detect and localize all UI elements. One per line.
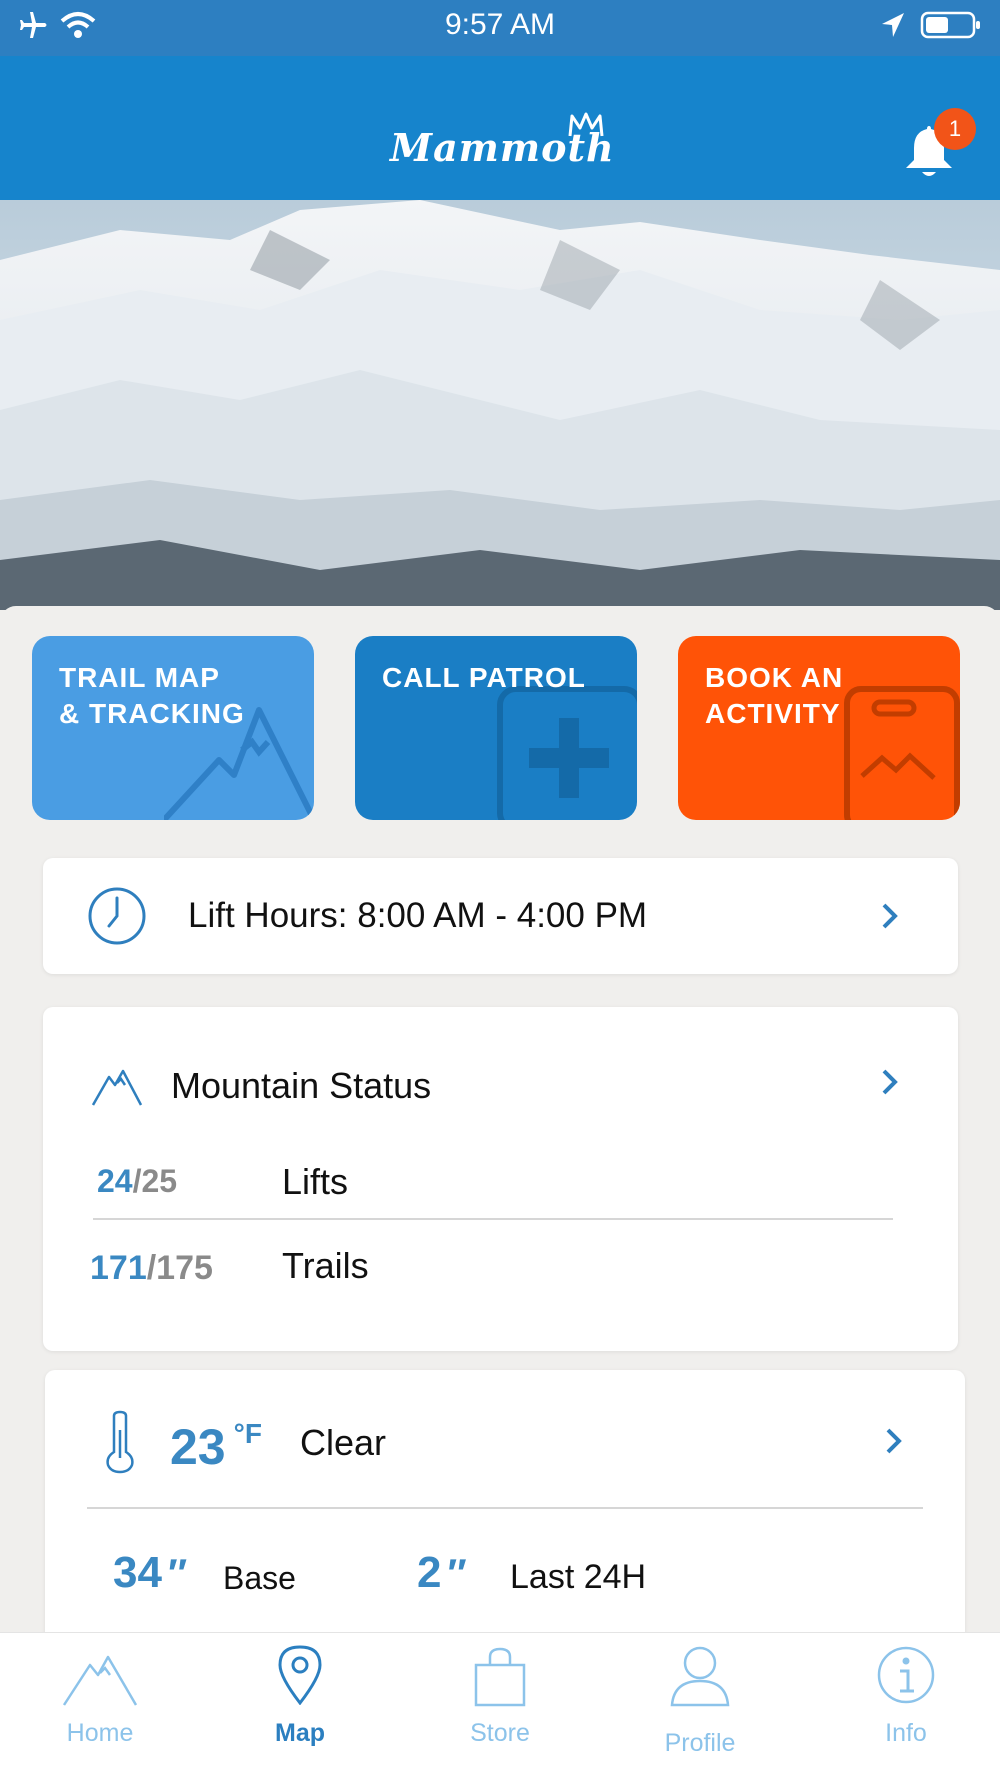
tab-home-label: Home [66, 1719, 134, 1747]
lifts-total: /25 [132, 1163, 178, 1199]
tab-map[interactable]: Map [200, 1633, 400, 1778]
book-activity-button[interactable]: BOOK AN ACTIVITY [678, 636, 960, 820]
thermometer-icon [106, 1410, 134, 1474]
trails-total: /175 [146, 1249, 213, 1287]
notification-badge: 1 [934, 108, 976, 150]
mountain-icon [91, 1069, 143, 1106]
weather-condition: Clear [300, 1422, 387, 1463]
trails-open: 171 [90, 1249, 147, 1287]
mountain-status-title: Mountain Status [171, 1065, 432, 1106]
lift-hours-text: Lift Hours: 8:00 AM - 4:00 PM [188, 896, 648, 935]
trails-label: Trails [282, 1245, 369, 1286]
mountain-icon [62, 1655, 138, 1706]
weather-card[interactable]: 23 °F Clear 34 ″ Base 2 ″ Last 24H [45, 1370, 965, 1670]
info-icon [877, 1646, 935, 1704]
lifts-label: Lifts [282, 1161, 349, 1202]
call-patrol-label: CALL PATROL [382, 662, 586, 693]
base-depth: 34 ″ [113, 1548, 187, 1598]
lifts-open: 24 [97, 1163, 133, 1199]
trail-map-button[interactable]: TRAIL MAP & TRACKING [32, 636, 314, 820]
base-value: 34 [113, 1548, 162, 1597]
call-patrol-button[interactable]: CALL PATROL [355, 636, 637, 820]
tab-profile[interactable]: Profile [600, 1633, 800, 1778]
trail-map-label: TRAIL MAP & TRACKING [59, 662, 245, 729]
logo-text: Mammoth [390, 125, 615, 170]
location-arrow-icon [882, 13, 904, 37]
battery-icon [920, 11, 980, 39]
clock-icon [88, 887, 146, 945]
ticket-icon [844, 686, 960, 820]
book-activity-label: BOOK AN ACTIVITY [705, 662, 844, 729]
tab-profile-label: Profile [664, 1729, 736, 1757]
status-divider [93, 1218, 893, 1220]
tab-map-label: Map [275, 1719, 325, 1747]
tab-info[interactable]: Info [800, 1633, 1000, 1778]
snow-last-24h: 2 ″ [417, 1548, 467, 1598]
chevron-right-icon [882, 903, 898, 929]
tab-info-label: Info [885, 1719, 927, 1747]
tab-home[interactable]: Home [0, 1633, 200, 1778]
shopping-bag-icon [474, 1647, 526, 1707]
status-right-icons [880, 10, 982, 40]
last24-value: 2 [417, 1548, 442, 1597]
chevron-right-icon [882, 1069, 898, 1095]
last24-unit: ″ [447, 1552, 467, 1596]
temperature-unit: °F [233, 1418, 262, 1449]
last24-label: Last 24H [510, 1558, 647, 1596]
tab-store[interactable]: Store [400, 1633, 600, 1778]
weather-divider [87, 1507, 923, 1509]
lift-hours-card[interactable]: Lift Hours: 8:00 AM - 4:00 PM [43, 858, 958, 974]
tab-store-label: Store [470, 1719, 530, 1747]
temperature: 23 °F [170, 1418, 262, 1476]
hero-mountain-image [0, 200, 1000, 610]
bottom-tab-bar: Home Map Store Profile Info [0, 1632, 1000, 1778]
chevron-right-icon [886, 1428, 902, 1454]
mammoth-logo: Mammoth [390, 78, 615, 188]
status-time: 9:57 AM [444, 8, 556, 41]
status-bar: 9:57 AM [0, 0, 1000, 56]
medical-cross-icon [497, 686, 637, 820]
temperature-value: 23 [170, 1419, 226, 1475]
lifts-count: 24/25 [97, 1163, 177, 1200]
mountain-status-card[interactable]: Mountain Status 24/25 Lifts 171/175 Trai… [43, 1007, 958, 1351]
trails-count: 171/175 [90, 1249, 213, 1288]
base-label: Base [223, 1560, 296, 1596]
base-unit: ″ [167, 1552, 188, 1596]
map-pin-icon [278, 1645, 322, 1705]
person-icon [670, 1646, 730, 1707]
